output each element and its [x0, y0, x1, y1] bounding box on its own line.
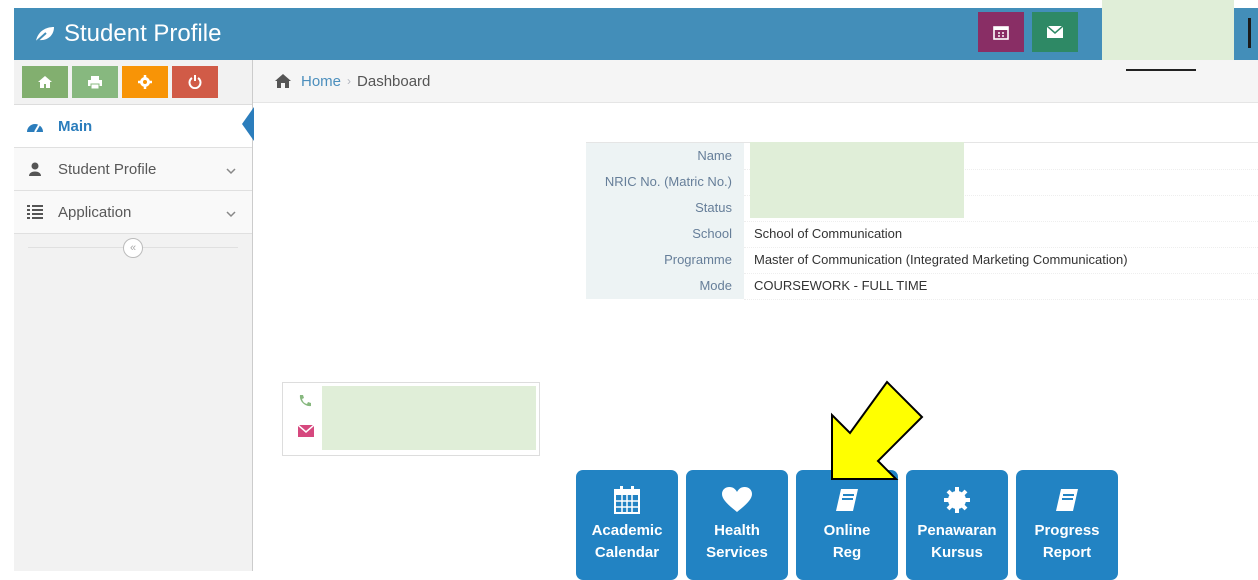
print-icon	[88, 75, 102, 89]
phone-icon	[298, 394, 312, 413]
redacted-contact-info	[322, 386, 536, 450]
chevron-down-icon	[226, 162, 236, 179]
profile-label: Mode	[586, 273, 744, 299]
active-indicator	[242, 107, 254, 141]
sidebar-collapse-row: «	[14, 234, 252, 262]
sidebar-item-label: Main	[58, 117, 93, 135]
heart-icon	[722, 480, 752, 520]
profile-value: COURSEWORK - FULL TIME	[744, 273, 1258, 300]
dashboard-icon	[26, 119, 44, 133]
calendar-nav-button[interactable]	[978, 12, 1024, 52]
tile-label: Online	[823, 522, 871, 539]
sidebar: Main Student Profile Application «	[14, 60, 254, 571]
breadcrumb-separator: ›	[347, 74, 352, 88]
profile-label: Name	[586, 143, 744, 169]
print-shortcut-button[interactable]	[72, 66, 118, 98]
profile-label: Status	[586, 195, 744, 221]
home-icon	[38, 76, 52, 88]
gear-icon	[138, 75, 152, 89]
list-icon	[26, 205, 44, 219]
profile-label: School	[586, 221, 744, 247]
cog-icon	[944, 480, 970, 520]
envelope-icon	[1047, 26, 1063, 38]
calendar-icon	[614, 480, 640, 520]
tile-progress-report[interactable]: Progress Report	[1016, 470, 1118, 580]
breadcrumb: Home › Dashboard	[253, 60, 1258, 103]
tile-academic-calendar[interactable]: Academic Calendar	[576, 470, 678, 580]
tile-label: Health	[714, 522, 760, 539]
sidebar-item-main[interactable]: Main	[14, 105, 254, 148]
sidebar-item-student-profile[interactable]: Student Profile	[14, 148, 252, 191]
profile-label: Programme	[586, 247, 744, 273]
chevron-down-icon	[226, 205, 236, 222]
profile-value: School of Communication	[744, 221, 1258, 248]
tile-label: Progress	[1034, 522, 1100, 539]
logout-shortcut-button[interactable]	[172, 66, 218, 98]
tile-label: Reg	[832, 544, 862, 561]
tile-health-services[interactable]: Health Services	[686, 470, 788, 580]
brand[interactable]: Student Profile	[34, 18, 221, 50]
calendar-icon	[993, 26, 1009, 40]
tile-label: Calendar	[594, 544, 660, 561]
breadcrumb-current: Dashboard	[357, 72, 431, 90]
mail-nav-button[interactable]	[1032, 12, 1078, 52]
profile-label: NRIC No. (Matric No.)	[586, 169, 744, 195]
book-icon	[1054, 480, 1080, 520]
profile-value: Master of Communication (Integrated Mark…	[744, 247, 1258, 274]
tile-label: Report	[1042, 544, 1092, 561]
redacted-personal-info	[750, 142, 964, 218]
annotation-arrow-icon	[831, 380, 924, 480]
tile-label: Penawaran	[917, 522, 997, 539]
header-divider	[1126, 69, 1196, 71]
breadcrumb-home-link[interactable]: Home	[301, 73, 341, 90]
tile-label: Academic	[591, 522, 663, 539]
profile-row-programme: Programme Master of Communication (Integ…	[586, 247, 1258, 274]
tile-label: Kursus	[931, 544, 983, 561]
power-icon	[188, 75, 202, 89]
leaf-icon	[35, 27, 54, 43]
sidebar-item-label: Application	[58, 203, 132, 221]
sidebar-item-label: Student Profile	[58, 160, 157, 178]
settings-shortcut-button[interactable]	[122, 66, 168, 98]
topbar-edge	[1248, 18, 1251, 48]
user-icon	[26, 162, 44, 176]
home-icon	[275, 74, 291, 88]
sidebar-shortcuts	[14, 60, 252, 105]
tile-label: Services	[706, 544, 768, 561]
profile-row-school: School School of Communication	[586, 221, 1258, 248]
envelope-icon	[297, 424, 315, 442]
home-shortcut-button[interactable]	[22, 66, 68, 98]
app-title: Student Profile	[64, 20, 222, 47]
sidebar-item-application[interactable]: Application	[14, 191, 252, 234]
sidebar-collapse-button[interactable]: «	[123, 238, 143, 258]
profile-row-mode: Mode COURSEWORK - FULL TIME	[586, 273, 1258, 300]
